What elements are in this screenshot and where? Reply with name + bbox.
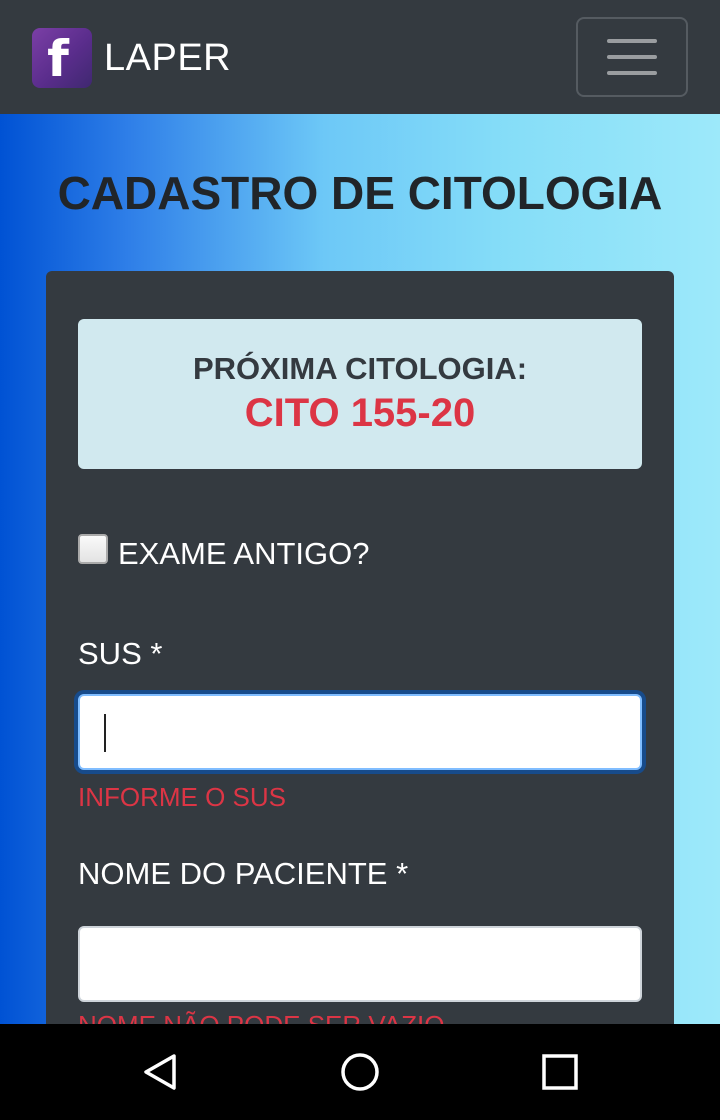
brand-link[interactable]: f LAPER [32,28,231,88]
brand-name: LAPER [104,36,232,79]
sus-error: INFORME O SUS [78,782,287,812]
navbar: f LAPER [0,0,720,114]
sus-label: SUS * [78,636,163,671]
recents-icon[interactable] [540,1052,580,1092]
next-cytology-value: CITO 155-20 [244,391,476,435]
form-card: PRÓXIMA CITOLOGIA: CITO 155-20 EXAME ANT… [46,271,674,1024]
menu-toggle-button[interactable] [576,17,688,97]
patient-name-error: NOME NÃO PODE SER VAZIO [78,1010,444,1024]
home-icon[interactable] [340,1052,380,1092]
system-nav-bar [0,1024,720,1120]
back-icon[interactable] [140,1052,180,1092]
next-cytology-label: PRÓXIMA CITOLOGIA: [192,351,528,386]
old-exam-row[interactable]: EXAME ANTIGO? [78,534,370,572]
text-caret [104,714,106,752]
app-logo-icon: f [32,28,92,88]
page-title: CADASTRO DE CITOLOGIA [57,167,663,219]
old-exam-label: EXAME ANTIGO? [118,536,370,571]
hamburger-icon-bar [607,39,657,43]
patient-name-label: NOME DO PACIENTE * [78,856,409,891]
patient-name-input[interactable] [78,926,642,1002]
sus-input[interactable] [78,694,642,770]
main-content: CADASTRO DE CITOLOGIA PRÓXIMA CITOLOGIA:… [0,114,720,1024]
hamburger-icon-bar [607,71,657,75]
old-exam-checkbox[interactable] [78,534,108,564]
next-cytology-alert: PRÓXIMA CITOLOGIA: CITO 155-20 [78,319,642,469]
hamburger-icon-bar [607,55,657,59]
